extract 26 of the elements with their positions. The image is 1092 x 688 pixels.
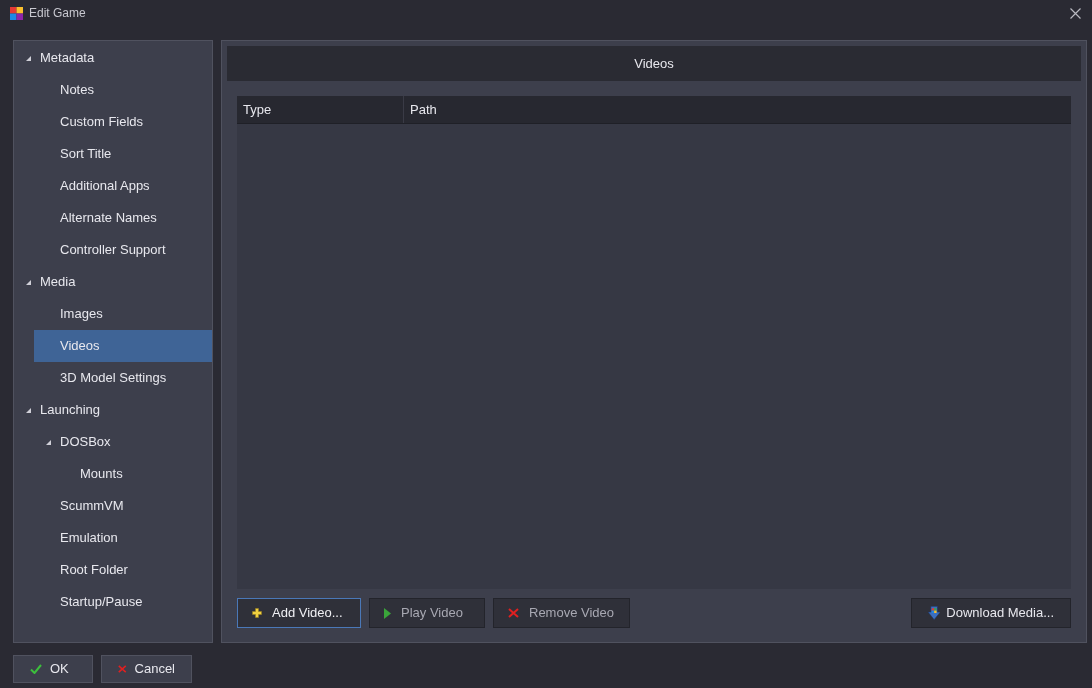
tree-item[interactable]: 3D Model Settings — [34, 362, 212, 394]
button[interactable]: Cancel — [101, 655, 192, 683]
button[interactable]: Add Video... — [237, 598, 361, 628]
window-title: Edit Game — [29, 5, 86, 22]
tree-item[interactable]: Mounts — [54, 458, 212, 490]
tree-item[interactable]: Alternate Names — [34, 202, 212, 234]
tree-item[interactable]: Root Folder — [34, 554, 212, 586]
column-header[interactable]: Type — [237, 96, 404, 123]
tree-item[interactable]: Custom Fields — [34, 106, 212, 138]
tree-item[interactable]: Controller Support — [34, 234, 212, 266]
tree-item[interactable]: Metadata — [14, 42, 212, 74]
column-header[interactable]: Path — [404, 96, 1071, 123]
tree-item[interactable]: Additional Apps — [34, 170, 212, 202]
tree-item[interactable]: DOSBox — [34, 426, 212, 458]
tree-item[interactable]: Launching — [14, 394, 212, 426]
button[interactable]: OK — [13, 655, 93, 683]
panel-header: Videos — [227, 46, 1081, 81]
tree-item[interactable]: Videos — [34, 330, 212, 362]
button[interactable]: Download Media... — [911, 598, 1071, 628]
tree-item[interactable]: Images — [34, 298, 212, 330]
tree-item[interactable]: Sort Title — [34, 138, 212, 170]
tree-item[interactable]: Emulation — [34, 522, 212, 554]
tree-item[interactable]: Startup/Pause — [34, 586, 212, 618]
tree-item[interactable]: ScummVM — [34, 490, 212, 522]
tree-item[interactable]: Media — [14, 266, 212, 298]
tree-item[interactable]: Notes — [34, 74, 212, 106]
